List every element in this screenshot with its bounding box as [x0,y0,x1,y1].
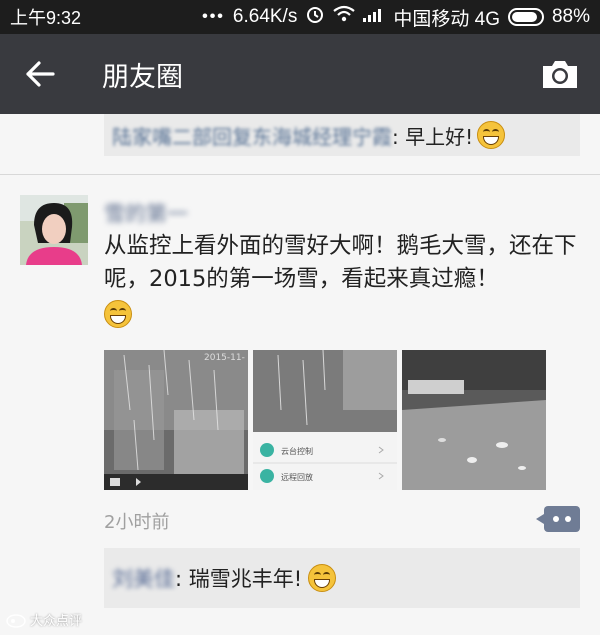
camera-button[interactable] [520,34,600,114]
grin-emoji-icon [308,564,337,592]
dot-icon [553,516,559,522]
status-bar: 上午9:32 ••• 6.64K/s 中国移动 4G 88% [0,0,600,34]
comment-author[interactable]: 刘美佳 [112,563,175,593]
photo-thumbnail[interactable] [402,350,546,490]
post-divider [0,174,600,175]
alarm-icon [305,4,325,30]
navigation-bar: 朋友圈 [0,34,600,114]
avatar[interactable] [20,195,88,265]
photo-thumbnail[interactable]: 2015-11- [104,350,248,490]
network-speed: 6.64K/s [232,6,298,27]
signal-icon [363,6,385,28]
battery-icon [507,8,544,26]
photo-timestamp: 2015-11- [204,353,245,363]
grin-emoji-icon [104,299,132,328]
carrier-label: 中国移动 4G [393,8,500,30]
comment-like-button[interactable] [536,506,580,532]
comment-text: : 瑞雪兆丰年! [175,567,303,591]
photo-thumbnail[interactable]: 云台控制 远程回放 [253,350,397,490]
post-author[interactable]: 雪的第一 [104,198,188,228]
page-title: 朋友圈 [102,61,183,93]
watermark-logo-icon [6,613,26,628]
comment-section: 刘美佳 : 瑞雪兆丰年! [104,548,580,608]
back-button[interactable] [0,34,80,114]
previous-comment: 陆家嘴二部回复东海城经理宁霞 : 早上好! [104,114,580,156]
post-text: 从监控上看外面的雪好大啊！鹅毛大雪，还在下呢，2015的第一场雪，看起来真过瘾！ [104,230,584,329]
menu-remote-playback: 远程回放 [281,472,313,482]
back-arrow-icon [26,61,55,87]
watermark: 大众点评 [6,610,82,629]
comment-text: : 早上好! [392,124,474,149]
camera-icon [543,61,577,88]
battery-percent: 88% [551,6,590,27]
notification-dots-icon: ••• [202,8,225,25]
status-time: 上午9:32 [10,8,82,28]
moments-feed[interactable]: 陆家嘴二部回复东海城经理宁霞 : 早上好! 雪的第一 从监控上看外面的雪好大啊！… [0,114,600,635]
post-timestamp: 2小时前 [104,512,170,533]
wifi-icon [333,5,356,29]
dot-icon [565,516,571,522]
post-body: 从监控上看外面的雪好大啊！鹅毛大雪，还在下呢，2015的第一场雪，看起来真过瘾！ [104,233,577,292]
status-right: ••• 6.64K/s 中国移动 4G 88% [202,4,590,31]
menu-ptz-control: 云台控制 [281,446,313,456]
photo-grid: 2015-11- 云台控制 远程回放 [104,350,546,490]
comment-author-blurred[interactable]: 陆家嘴二部回复东海城经理宁霞 [112,121,392,150]
grin-emoji-icon [477,121,506,149]
watermark-text: 大众点评 [30,614,83,629]
